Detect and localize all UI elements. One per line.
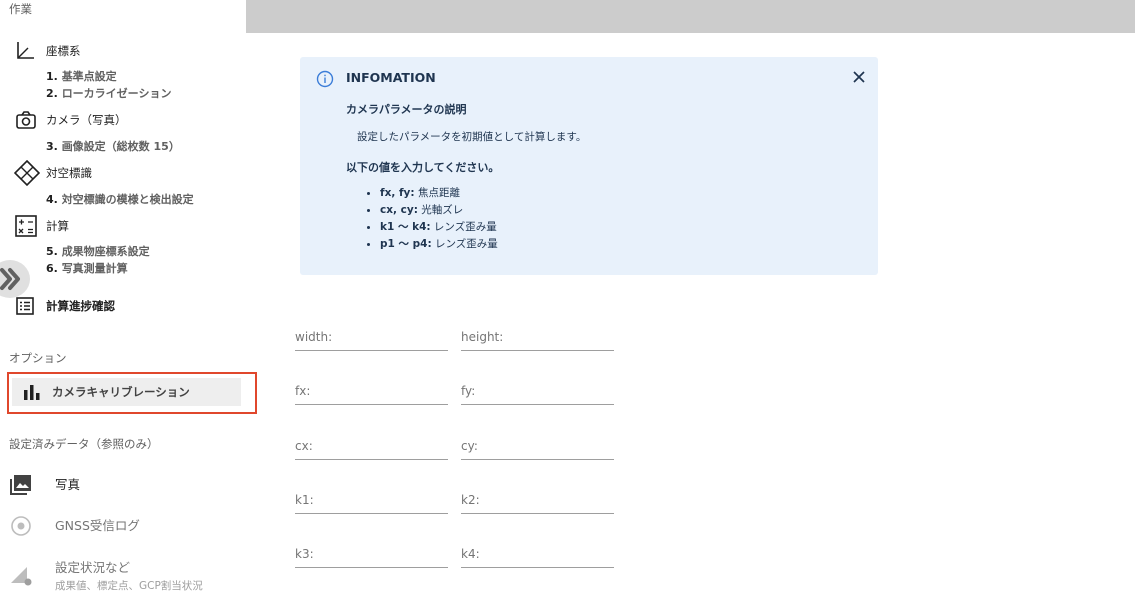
k4-input[interactable] — [461, 543, 614, 567]
sidebar-item-photogrammetry[interactable]: 6. 写真測量計算 — [46, 260, 128, 276]
collapse-sidebar-button[interactable] — [0, 260, 30, 298]
fy-input[interactable] — [461, 380, 614, 404]
sidebar-item-control-point[interactable]: 1. 基準点設定 — [46, 68, 117, 84]
list-item: fx, fy: 焦点距離 — [360, 185, 498, 202]
section-title-data: 設定済みデータ（参照のみ） — [9, 437, 159, 451]
info-icon — [316, 70, 334, 92]
info-text: 設定したパラメータを初期値として計算します。 — [357, 131, 587, 143]
sidebar-item-progress[interactable]: 計算進捗確認 — [14, 294, 115, 318]
info-heading: 以下の値を入力してください。 — [346, 161, 500, 174]
info-title: INFOMATION — [346, 70, 436, 85]
cx-field[interactable]: cx: — [295, 435, 448, 460]
sidebar-group-label: 座標系 — [46, 44, 81, 58]
sidebar-item-target-pattern[interactable]: 4. 対空標識の模様と検出設定 — [46, 191, 194, 207]
sidebar-group-coordinate[interactable]: 座標系 — [14, 39, 81, 63]
calibration-label: カメラキャリブレーション — [52, 385, 190, 399]
list-item: cx, cy: 光軸ズレ — [360, 202, 498, 219]
cx-input[interactable] — [295, 435, 448, 459]
cy-field[interactable]: cy: — [461, 435, 614, 460]
k1-input[interactable] — [295, 489, 448, 513]
sidebar: 作業 座標系 1. 基準点設定 2. ローカライゼーション カメラ（写真） 3.… — [0, 0, 257, 600]
sidebar-group-label: 計算 — [46, 219, 69, 233]
fy-field[interactable]: fy: — [461, 380, 614, 405]
sidebar-item-localization[interactable]: 2. ローカライゼーション — [46, 85, 171, 101]
data-item-sublabel: 成果値、標定点、GCP割当状況 — [55, 580, 203, 592]
top-bar — [246, 0, 1135, 33]
photo-library-icon — [10, 475, 31, 495]
k2-field[interactable]: k2: — [461, 489, 614, 514]
fx-input[interactable] — [295, 380, 448, 404]
list-item: p1 〜 p4: レンズ歪み量 — [360, 236, 498, 253]
camera-icon — [14, 108, 40, 132]
close-icon[interactable] — [851, 69, 867, 89]
width-input[interactable] — [295, 326, 448, 350]
section-title-work: 作業 — [9, 2, 32, 16]
list-icon — [14, 294, 40, 318]
height-field[interactable]: height: — [461, 326, 614, 351]
sidebar-item-camera-calibration[interactable]: カメラキャリブレーション — [12, 378, 241, 406]
sidebar-item-output-coordinate[interactable]: 5. 成果物座標系設定 — [46, 243, 150, 259]
info-heading: カメラパラメータの説明 — [346, 103, 467, 116]
sidebar-item-image-settings[interactable]: 3. 画像設定（総枚数 15） — [46, 138, 180, 154]
k2-input[interactable] — [461, 489, 614, 513]
width-field[interactable]: width: — [295, 326, 448, 351]
sidebar-item-photos[interactable]: 写真 — [9, 474, 80, 496]
k4-field[interactable]: k4: — [461, 543, 614, 568]
bar-chart-icon — [24, 385, 40, 400]
data-item-label: 設定状況など — [55, 560, 131, 575]
k3-field[interactable]: k3: — [295, 543, 448, 568]
parameter-list: fx, fy: 焦点距離 cx, cy: 光軸ズレ k1 〜 k4: レンズ歪み… — [360, 185, 498, 253]
sidebar-group-label: 対空標識 — [46, 166, 92, 180]
axes-icon — [14, 39, 40, 63]
double-chevron-right-icon — [0, 268, 20, 290]
sidebar-group-target[interactable]: 対空標識 — [14, 160, 92, 186]
sidebar-group-label: 計算進捗確認 — [46, 299, 115, 313]
info-panel: INFOMATION カメラパラメータの説明 設定したパラメータを初期値として計… — [300, 57, 878, 275]
list-item: k1 〜 k4: レンズ歪み量 — [360, 219, 498, 236]
sidebar-group-calculation[interactable]: 計算 — [14, 214, 69, 238]
cy-input[interactable] — [461, 435, 614, 459]
sidebar-group-label: カメラ（写真） — [46, 113, 127, 127]
sidebar-group-camera[interactable]: カメラ（写真） — [14, 108, 127, 132]
height-input[interactable] — [461, 326, 614, 350]
section-title-options: オプション — [9, 351, 67, 365]
data-item-label: GNSS受信ログ — [55, 518, 140, 533]
sidebar-item-gnss-log[interactable]: GNSS受信ログ — [9, 515, 140, 537]
k3-input[interactable] — [295, 543, 448, 567]
gnss-icon — [11, 516, 31, 536]
target-marker-icon — [14, 160, 40, 186]
calculator-icon — [14, 214, 40, 238]
k1-field[interactable]: k1: — [295, 489, 448, 514]
data-item-label: 写真 — [55, 477, 81, 492]
settings-status-icon — [11, 567, 32, 586]
fx-field[interactable]: fx: — [295, 380, 448, 405]
